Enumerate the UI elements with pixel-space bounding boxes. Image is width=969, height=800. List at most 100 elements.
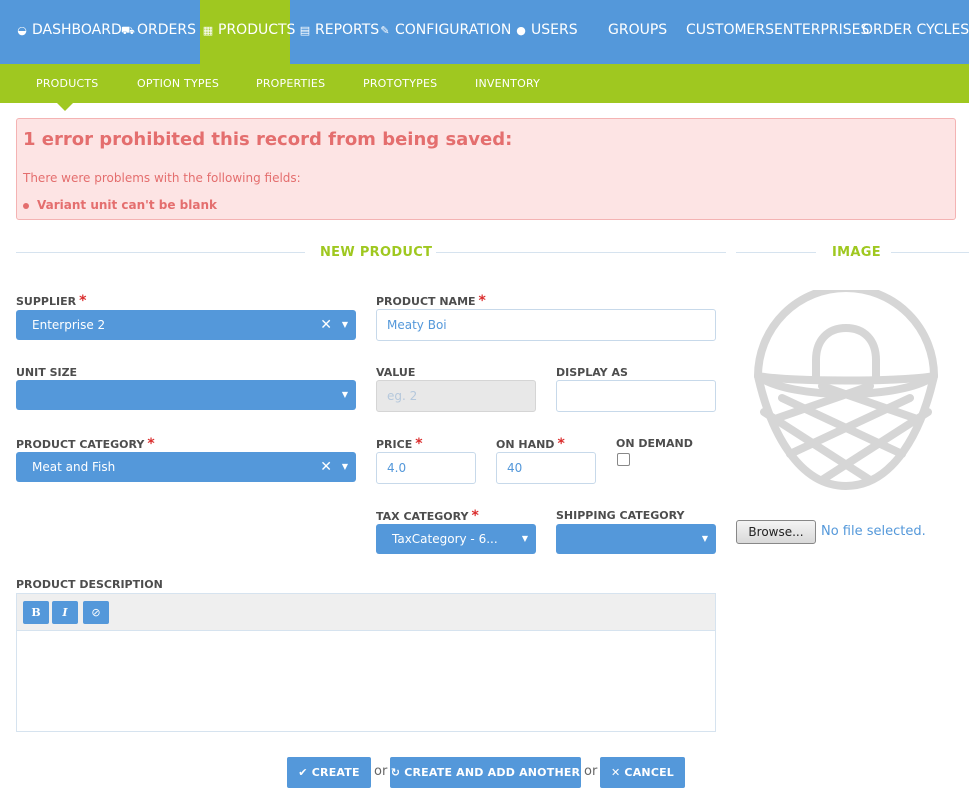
top-navigation: ◒ DASHBOARD ⛟ ORDERS ▦ PRODUCTS ▤ REPORTS ✎ C… <box>0 0 969 64</box>
subnav-properties[interactable]: PROPERTIES <box>256 64 325 103</box>
create-and-add-another-button[interactable]: ↻ CREATE AND ADD ANOTHER <box>390 757 581 788</box>
error-message-box: 1 error prohibited this record from bein… <box>16 118 956 220</box>
product-name-label-text: PRODUCT NAME <box>376 295 476 308</box>
error-item-text: Variant unit can't be blank <box>37 198 217 212</box>
supplier-label-text: SUPPLIER <box>16 295 77 308</box>
tax-category-select[interactable]: TaxCategory - 6... ▼ <box>376 524 536 554</box>
on-hand-input[interactable]: 40 <box>496 452 596 484</box>
on-hand-label-text: ON HAND <box>496 438 555 451</box>
subnav-option-types[interactable]: OPTION TYPES <box>137 64 219 103</box>
divider <box>436 252 726 253</box>
tax-category-value: TaxCategory - 6... <box>392 532 498 546</box>
grid-icon: ▦ <box>202 24 214 37</box>
chevron-down-icon: ▼ <box>341 390 348 399</box>
nav-configuration[interactable]: ✎ CONFIGURATION <box>379 0 511 64</box>
editor-toolbar: B I ⊘ <box>17 594 715 631</box>
divider <box>736 252 816 253</box>
clear-format-button[interactable]: ⊘ <box>83 601 109 624</box>
create-button[interactable]: ✔ CREATE <box>287 757 371 788</box>
required-marker: * <box>147 436 155 452</box>
display-as-input[interactable] <box>556 380 716 412</box>
nav-groups-label: GROUPS <box>608 22 668 38</box>
on-demand-checkbox[interactable] <box>617 453 630 466</box>
chevron-down-icon: ▼ <box>521 534 528 543</box>
wrench-icon: ✎ <box>380 24 390 37</box>
supplier-value: Enterprise 2 <box>32 318 106 332</box>
basket-placeholder-icon <box>754 290 938 490</box>
shipping-category-label: SHIPPING CATEGORY <box>556 509 685 522</box>
cart-icon: ⛟ <box>121 24 135 37</box>
refresh-icon: ↻ <box>390 766 401 779</box>
close-icon: ✕ <box>610 766 621 779</box>
product-category-label: PRODUCT CATEGORY * <box>16 436 155 452</box>
active-tab-caret <box>57 103 73 111</box>
tax-category-label: TAX CATEGORY * <box>376 508 479 524</box>
unit-size-select[interactable]: ▼ <box>16 380 356 410</box>
supplier-select[interactable]: Enterprise 2 ✕ ▼ <box>16 310 356 340</box>
clear-icon[interactable]: ✕ <box>320 452 332 482</box>
nav-orders[interactable]: ⛟ ORDERS <box>121 0 196 64</box>
nav-enterprises[interactable]: ENTERPRISES <box>774 0 869 64</box>
subnav-products[interactable]: PRODUCTS <box>36 64 98 103</box>
user-icon: ● <box>516 24 526 37</box>
required-marker: * <box>478 293 486 309</box>
required-marker: * <box>79 293 87 309</box>
required-marker: * <box>557 436 565 452</box>
file-status: No file selected. <box>821 524 926 539</box>
unit-size-label: UNIT SIZE <box>16 366 78 379</box>
nav-dashboard-label: DASHBOARD <box>32 22 122 38</box>
cancel-button[interactable]: ✕ CANCEL <box>600 757 685 788</box>
display-as-label: DISPLAY AS <box>556 366 628 379</box>
nav-enterprises-label: ENTERPRISES <box>774 22 870 38</box>
create-and-add-another-label: CREATE AND ADD ANOTHER <box>404 766 581 779</box>
nav-users[interactable]: ● USERS <box>515 0 577 64</box>
nav-products[interactable]: ▦ PRODUCTS <box>200 0 295 64</box>
nav-products-label: PRODUCTS <box>218 22 296 38</box>
divider <box>891 252 969 253</box>
product-category-value: Meat and Fish <box>32 460 116 474</box>
browse-button[interactable]: Browse... <box>736 520 816 544</box>
error-title: 1 error prohibited this record from bein… <box>23 129 513 150</box>
product-category-select[interactable]: Meat and Fish ✕ ▼ <box>16 452 356 482</box>
nav-order-cycles-label: ORDER CYCLES <box>862 22 969 38</box>
nav-customers[interactable]: CUSTOMERS <box>686 0 774 64</box>
bold-button[interactable]: B <box>23 601 49 624</box>
nav-order-cycles[interactable]: ORDER CYCLES <box>862 0 969 64</box>
bullet-icon <box>23 202 29 209</box>
chevron-down-icon: ▼ <box>341 320 348 329</box>
error-subtitle: There were problems with the following f… <box>23 171 301 185</box>
nav-orders-label: ORDERS <box>137 22 196 38</box>
subnav-prototypes[interactable]: PROTOTYPES <box>363 64 437 103</box>
clear-icon[interactable]: ✕ <box>320 310 332 340</box>
divider <box>16 252 305 253</box>
error-item: Variant unit can't be blank <box>23 198 217 212</box>
italic-button[interactable]: I <box>52 601 78 624</box>
nav-dashboard[interactable]: ◒ DASHBOARD <box>16 0 122 64</box>
nav-reports[interactable]: ▤ REPORTS <box>299 0 379 64</box>
on-demand-label: ON DEMAND <box>616 437 693 450</box>
nav-groups[interactable]: GROUPS <box>608 0 667 64</box>
tax-category-label-text: TAX CATEGORY <box>376 510 469 523</box>
subnav-inventory[interactable]: INVENTORY <box>475 64 540 103</box>
description-textarea[interactable] <box>17 632 715 731</box>
required-marker: * <box>415 436 423 452</box>
chevron-down-icon: ▼ <box>701 534 708 543</box>
required-marker: * <box>471 508 479 524</box>
or-separator: or <box>374 764 388 779</box>
price-label-text: PRICE <box>376 438 413 451</box>
supplier-label: SUPPLIER * <box>16 293 86 309</box>
new-product-heading: NEW PRODUCT <box>320 245 433 260</box>
shipping-category-select[interactable]: ▼ <box>556 524 716 554</box>
or-separator: or <box>584 764 598 779</box>
product-name-input[interactable]: Meaty Boi <box>376 309 716 341</box>
description-editor: B I ⊘ <box>16 593 716 732</box>
chevron-down-icon: ▼ <box>341 462 348 471</box>
product-description-label: PRODUCT DESCRIPTION <box>16 578 163 591</box>
file-icon: ▤ <box>299 24 311 37</box>
nav-configuration-label: CONFIGURATION <box>395 22 512 38</box>
product-name-label: PRODUCT NAME * <box>376 293 486 309</box>
check-icon: ✔ <box>298 766 308 779</box>
price-input[interactable]: 4.0 <box>376 452 476 484</box>
cancel-label: CANCEL <box>624 766 675 779</box>
on-hand-label: ON HAND * <box>496 436 565 452</box>
